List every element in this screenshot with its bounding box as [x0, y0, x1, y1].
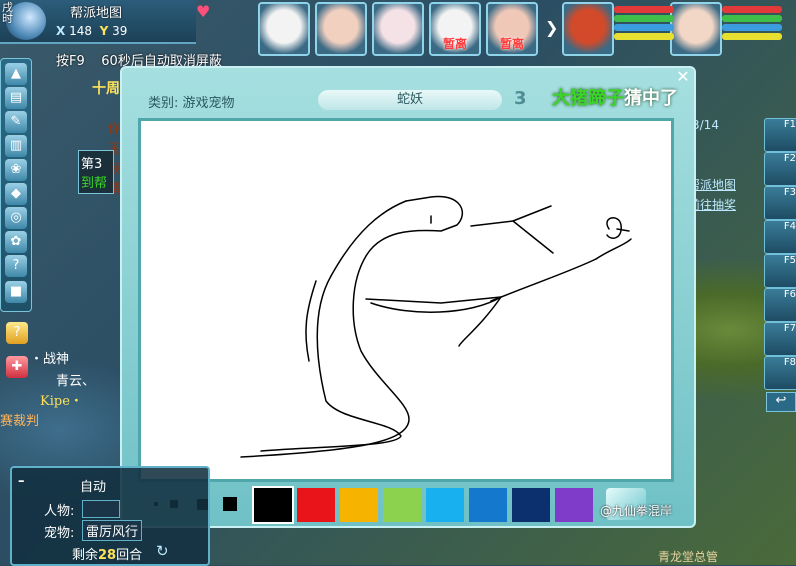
- hotkey-f3[interactable]: F3: [764, 186, 796, 220]
- scroll-icon[interactable]: ▲: [5, 63, 27, 85]
- status-bar-2: [722, 24, 782, 31]
- hotkey-label: F6: [783, 289, 796, 300]
- hotkey-f2[interactable]: F2: [764, 152, 796, 186]
- book-icon[interactable]: ▤: [5, 87, 27, 109]
- hotkey-bar: F1 F2 F3 F4 F5 F6 F7 F8: [764, 118, 796, 408]
- person-label: 人物:: [44, 504, 75, 519]
- pet-label: 宠物:: [44, 526, 75, 541]
- hotkey-f5[interactable]: F5: [764, 254, 796, 288]
- leader-avatar-swordsman[interactable]: [670, 2, 722, 56]
- npc-name: 青龙堂总管: [658, 550, 719, 564]
- pen-size-4[interactable]: [216, 486, 244, 522]
- close-icon[interactable]: ✕: [674, 68, 692, 86]
- status-bar-0: [614, 6, 674, 13]
- party-avatar-girl-white-hair[interactable]: [372, 2, 424, 56]
- rank-icon[interactable]: ▥: [5, 135, 27, 157]
- color-swatch-3[interactable]: [340, 488, 378, 522]
- status-bar-0: [722, 6, 782, 13]
- hotkey-f1[interactable]: F1: [764, 118, 796, 152]
- leader-avatar-red-beast[interactable]: [562, 2, 614, 56]
- status-bar-3: [722, 33, 782, 40]
- color-swatch-8[interactable]: [555, 488, 593, 522]
- flower-icon[interactable]: ✿: [5, 231, 27, 253]
- status-bars: [722, 4, 782, 42]
- hotkey-f7[interactable]: F7: [764, 322, 796, 356]
- hotkey-label: F1: [783, 119, 796, 130]
- hotkey-label: F3: [783, 187, 796, 198]
- help-icon[interactable]: ?: [5, 255, 27, 277]
- time-of-day: 戌时: [2, 1, 13, 25]
- hotkey-f4[interactable]: F4: [764, 220, 796, 254]
- guess-count: 3: [514, 88, 527, 109]
- avatar-portrait: [672, 4, 720, 54]
- status-bar-3: [614, 33, 674, 40]
- coordinates: X 148 Y 39: [56, 24, 128, 38]
- status-bar-1: [614, 15, 674, 22]
- pet-skill-select[interactable]: 雷厉风行: [82, 520, 143, 541]
- hotkey-label: F8: [783, 357, 796, 368]
- avatar-portrait: [260, 4, 308, 54]
- hotkey-label: F2: [783, 153, 796, 164]
- person-skill-select[interactable]: [82, 500, 120, 518]
- status-bar-2: [614, 24, 674, 31]
- quest-tip-box[interactable]: 第3 到帮: [78, 150, 114, 194]
- guess-result: 大猪蹄子猜中了: [552, 88, 678, 109]
- answer-word: 蛇妖: [318, 90, 502, 110]
- party-expand-chevron-icon[interactable]: ❯: [545, 18, 558, 37]
- party-avatar-panda-2[interactable]: 暂离: [429, 2, 481, 56]
- hotkey-label: F7: [783, 323, 796, 334]
- hotkey-label: F4: [783, 221, 796, 232]
- quest-help-icon[interactable]: ?: [6, 322, 28, 344]
- gift-icon[interactable]: ✚: [6, 356, 28, 378]
- draw-guess-dialog: 类别: 游戏宠物 蛇妖 3 大猪蹄子猜中了 ✕ @九仙拳混岸: [120, 66, 696, 528]
- left-toolbar: ▲ ▤ ✎ ▥ ❀ ◆ ◎ ✿ ? ■: [0, 58, 32, 312]
- anniversary-badge: 十周: [92, 81, 120, 97]
- color-swatch-4[interactable]: [383, 488, 421, 522]
- collapse-icon[interactable]: –: [18, 474, 25, 489]
- minimap-header[interactable]: 戌时 帮派地图 X 148 Y 39: [0, 0, 196, 44]
- category-label: 类别: 游戏宠物: [148, 96, 235, 111]
- watermark: @九仙拳混岸: [600, 504, 673, 518]
- avatar-portrait: [564, 4, 612, 54]
- pen-size-dot: [223, 497, 237, 511]
- refresh-icon[interactable]: ↻: [156, 542, 169, 560]
- target-icon[interactable]: ◎: [5, 207, 27, 229]
- hotkey-label: F5: [783, 255, 796, 266]
- avatar-portrait: [317, 4, 365, 54]
- status-bars: [614, 4, 674, 42]
- pet-icon[interactable]: ❀: [5, 159, 27, 181]
- snake-sketch: [240, 195, 632, 458]
- party-avatar-boy-red[interactable]: 暂离: [486, 2, 538, 56]
- map-name[interactable]: 帮派地图: [70, 2, 122, 21]
- color-swatch-2[interactable]: [297, 488, 335, 522]
- hotkey-f6[interactable]: F6: [764, 288, 796, 322]
- away-tag: 暂离: [499, 37, 524, 51]
- cube-icon[interactable]: ■: [5, 281, 27, 303]
- color-swatch-5[interactable]: [426, 488, 464, 522]
- swap-arrow-icon[interactable]: ↩: [766, 392, 796, 412]
- color-palette: [136, 486, 656, 526]
- remaining-rounds: 剩余28回合: [72, 548, 143, 563]
- avatar-portrait: [374, 4, 422, 54]
- color-swatch-7[interactable]: [512, 488, 550, 522]
- color-swatch-6[interactable]: [469, 488, 507, 522]
- gold-icon[interactable]: ◆: [5, 183, 27, 205]
- color-swatch-1[interactable]: [252, 486, 294, 524]
- party-avatar-girl-black-hair[interactable]: [315, 2, 367, 56]
- pencil-icon[interactable]: ✎: [5, 111, 27, 133]
- hotkey-f8[interactable]: F8: [764, 356, 796, 390]
- heart-icon[interactable]: ♥: [196, 2, 210, 21]
- page-indicator: 3/14: [692, 118, 719, 132]
- party-avatar-panda[interactable]: [258, 2, 310, 56]
- away-tag: 暂离: [442, 37, 467, 51]
- status-bar-1: [722, 15, 782, 22]
- auto-battle-panel: 自动 – 人物: 宠物: 雷厉风行 剩余28回合 ↻: [10, 466, 210, 566]
- drawing-canvas[interactable]: [138, 118, 674, 482]
- auto-label: 自动: [80, 480, 107, 495]
